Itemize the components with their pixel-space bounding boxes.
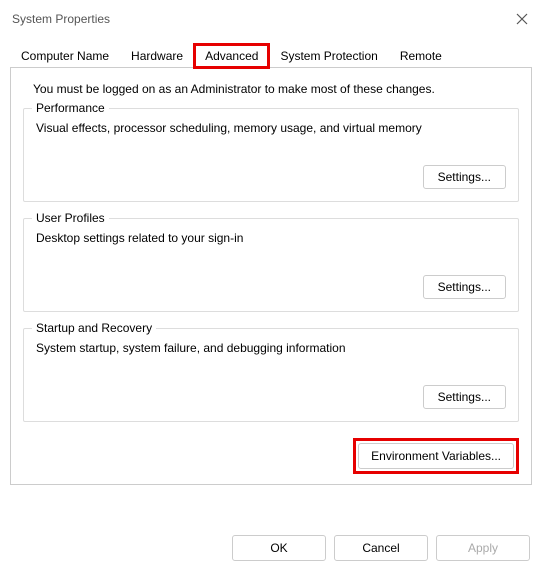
cancel-button[interactable]: Cancel [334,535,428,561]
tab-hardware[interactable]: Hardware [120,44,194,68]
group-startup-recovery: Startup and Recovery System startup, sys… [23,328,519,422]
performance-settings-button[interactable]: Settings... [423,165,506,189]
tab-strip: Computer Name Hardware Advanced System P… [0,36,542,68]
tab-remote[interactable]: Remote [389,44,453,68]
group-performance-title: Performance [32,101,109,115]
group-user-profiles: User Profiles Desktop settings related t… [23,218,519,312]
group-performance: Performance Visual effects, processor sc… [23,108,519,202]
startup-recovery-settings-button[interactable]: Settings... [423,385,506,409]
dialog-button-row: OK Cancel Apply [232,535,530,561]
titlebar: System Properties [0,0,542,36]
group-user-profiles-desc: Desktop settings related to your sign-in [36,231,506,245]
admin-note: You must be logged on as an Administrato… [33,82,519,96]
environment-variables-button[interactable]: Environment Variables... [358,443,514,469]
group-performance-btnrow: Settings... [36,165,506,189]
env-variables-highlight: Environment Variables... [353,438,519,474]
ok-button[interactable]: OK [232,535,326,561]
tab-computer-name[interactable]: Computer Name [10,44,120,68]
close-icon [516,13,528,25]
env-variables-row: Environment Variables... [23,438,519,474]
tab-panel-advanced: You must be logged on as an Administrato… [10,67,532,485]
group-user-profiles-title: User Profiles [32,211,109,225]
group-startup-recovery-btnrow: Settings... [36,385,506,409]
group-startup-recovery-desc: System startup, system failure, and debu… [36,341,506,355]
group-performance-desc: Visual effects, processor scheduling, me… [36,121,506,135]
group-user-profiles-btnrow: Settings... [36,275,506,299]
group-startup-recovery-title: Startup and Recovery [32,321,156,335]
tab-system-protection[interactable]: System Protection [269,44,388,68]
close-button[interactable] [514,11,530,27]
tab-advanced[interactable]: Advanced [194,44,269,68]
apply-button[interactable]: Apply [436,535,530,561]
window-title: System Properties [12,12,110,26]
user-profiles-settings-button[interactable]: Settings... [423,275,506,299]
